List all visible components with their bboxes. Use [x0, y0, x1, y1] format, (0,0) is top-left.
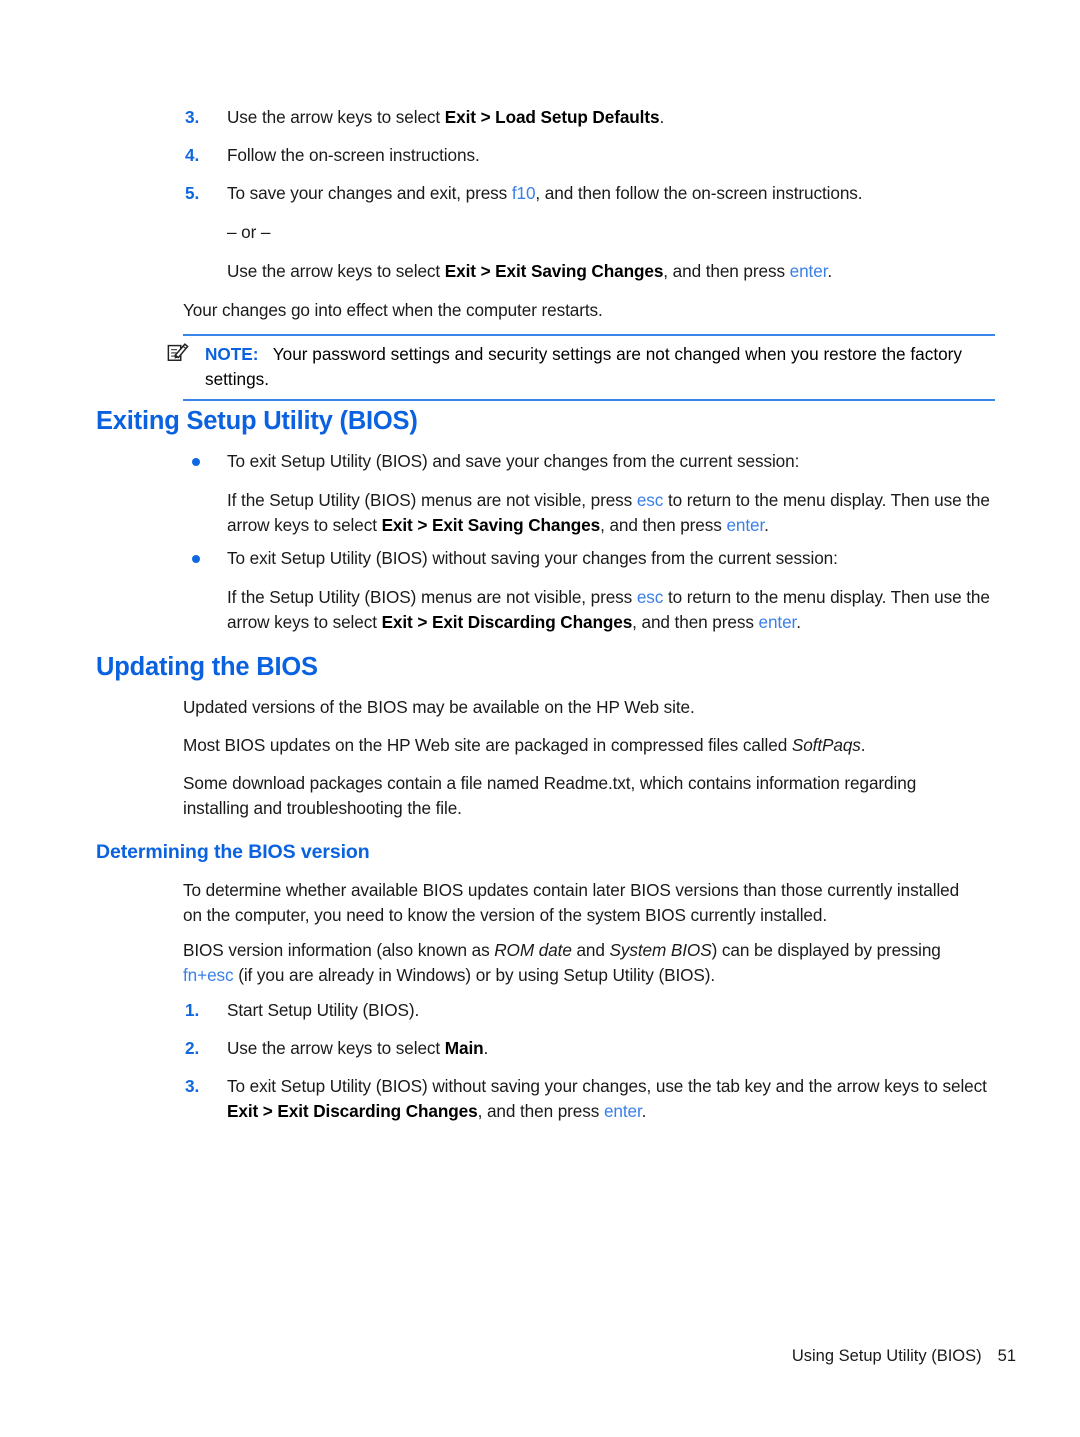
alt-pre: Use the arrow keys to select: [227, 261, 445, 281]
list-marker: 2.: [185, 1038, 200, 1058]
exiting-bullet-2: To exit Setup Utility (BIOS) without sav…: [183, 546, 995, 635]
step-pre: Use the arrow keys to select: [227, 1038, 445, 1058]
p2-italic-softpaqs: SoftPaqs: [791, 735, 861, 755]
updating-paragraph-1: Updated versions of the BIOS may be avai…: [183, 697, 695, 717]
detail-post: .: [764, 515, 769, 535]
p2-post-pre: ) can be displayed by pressing: [711, 940, 941, 960]
alt-instruction-text: Use the arrow keys to select Exit > Exit…: [227, 259, 995, 284]
step-post: .: [483, 1038, 489, 1058]
alt-mid: , and then press: [663, 261, 790, 281]
step-mid: , and then press: [477, 1101, 604, 1121]
list-item-text: Use the arrow keys to select Exit > Load…: [227, 105, 995, 130]
page-number: 51: [997, 1347, 1016, 1365]
note-label: NOTE:: [205, 344, 259, 364]
footer-title: Using Setup Utility (BIOS): [791, 1347, 982, 1365]
key-esc: esc: [636, 490, 664, 510]
determining-paragraph-2: BIOS version information (also known as …: [183, 938, 995, 988]
key-enter: enter: [603, 1101, 642, 1121]
p2-pre: BIOS version information (also known as: [183, 940, 495, 960]
list-marker: 3.: [185, 107, 200, 127]
list-item-text-pre: To save your changes and exit, press: [227, 183, 512, 203]
list-item-text-pre: Use the arrow keys to select: [227, 107, 445, 127]
list-item: 5. To save your changes and exit, press …: [183, 181, 995, 206]
list-item: 3. Use the arrow keys to select Exit > L…: [183, 105, 995, 130]
step-pre: Start Setup Utility (BIOS).: [227, 1000, 420, 1020]
or-separator-row: – or –: [183, 220, 995, 245]
note-text: Your password settings and security sett…: [205, 344, 962, 389]
note-body: NOTE: Your password settings and securit…: [183, 342, 995, 392]
list-item-text-bold: Exit > Load Setup Defaults: [444, 107, 660, 127]
detail-post: .: [796, 612, 801, 632]
key-enter: enter: [726, 515, 765, 535]
alt-post: .: [827, 261, 833, 281]
bullet-detail-row: If the Setup Utility (BIOS) menus are no…: [183, 488, 995, 538]
key-f10: f10: [511, 183, 536, 203]
p2-post: (if you are already in Windows) or by us…: [233, 965, 716, 985]
bullet-lead-text: To exit Setup Utility (BIOS) without sav…: [227, 548, 838, 568]
page-heading-updating: Updating the BIOS: [96, 653, 318, 681]
top-numbered-list: 3. Use the arrow keys to select Exit > L…: [183, 105, 995, 284]
or-separator: – or –: [227, 222, 271, 242]
detail-bold: Exit > Exit Discarding Changes: [381, 612, 633, 632]
list-item-text-pre: Follow the on-screen instructions.: [227, 145, 480, 165]
list-item-text: Use the arrow keys to select Main.: [227, 1036, 995, 1061]
detail-mid-2: , and then press: [632, 612, 759, 632]
list-item: 4. Follow the on-screen instructions.: [183, 143, 995, 168]
p2-pre: Most BIOS updates on the HP Web site are…: [183, 735, 792, 755]
bullet-detail-text: If the Setup Utility (BIOS) menus are no…: [227, 488, 995, 538]
list-item-text-post: .: [659, 107, 665, 127]
list-marker: 1.: [185, 1000, 200, 1020]
detail-pre: If the Setup Utility (BIOS) menus are no…: [227, 587, 637, 607]
key-esc: esc: [636, 587, 664, 607]
list-item: 2. Use the arrow keys to select Main.: [183, 1036, 995, 1061]
list-item-text: Follow the on-screen instructions.: [227, 143, 995, 168]
document-page: 3. Use the arrow keys to select Exit > L…: [0, 0, 1080, 1437]
step-bold: Exit > Exit Discarding Changes: [227, 1101, 478, 1121]
updating-paragraph-3: Some download packages contain a file na…: [183, 773, 917, 818]
p2-mid: and: [571, 940, 610, 960]
bullet-dot-icon: [192, 555, 200, 563]
p2-post: .: [860, 735, 866, 755]
step-pre: To exit Setup Utility (BIOS) without sav…: [227, 1076, 987, 1096]
detail-bold: Exit > Exit Saving Changes: [381, 515, 601, 535]
list-item-text-post: , and then follow the on-screen instruct…: [535, 183, 863, 203]
list-marker: 4.: [185, 145, 200, 165]
bullet-dot-icon: [192, 458, 200, 466]
determining-paragraph-1: To determine whether available BIOS upda…: [183, 880, 960, 925]
bullet-item: To exit Setup Utility (BIOS) without sav…: [183, 546, 995, 571]
p2-italic-rom-date: ROM date: [494, 940, 572, 960]
list-item: 3. To exit Setup Utility (BIOS) without …: [183, 1074, 995, 1124]
page-heading-exiting: Exiting Setup Utility (BIOS): [96, 407, 418, 435]
bullet-detail-row: If the Setup Utility (BIOS) menus are no…: [183, 585, 995, 635]
bullet-lead-text: To exit Setup Utility (BIOS) and save yo…: [227, 451, 800, 471]
step-post: .: [641, 1101, 647, 1121]
list-item: 1. Start Setup Utility (BIOS).: [183, 998, 995, 1023]
changes-effect-text: Your changes go into effect when the com…: [183, 300, 603, 320]
detail-pre: If the Setup Utility (BIOS) menus are no…: [227, 490, 637, 510]
exiting-bullet-1: To exit Setup Utility (BIOS) and save yo…: [183, 449, 995, 538]
detail-mid-2: , and then press: [600, 515, 727, 535]
alt-bold: Exit > Exit Saving Changes: [444, 261, 664, 281]
list-item-text: Start Setup Utility (BIOS).: [227, 998, 995, 1023]
determining-steps-list: 1. Start Setup Utility (BIOS). 2. Use th…: [183, 998, 995, 1124]
list-item-text: To save your changes and exit, press f10…: [227, 181, 995, 206]
note-pencil-icon: [167, 341, 189, 363]
page-subheading-determining: Determining the BIOS version: [96, 841, 370, 863]
key-enter: enter: [789, 261, 828, 281]
list-item-text: To exit Setup Utility (BIOS) without sav…: [227, 1074, 995, 1124]
bullet-detail-text: If the Setup Utility (BIOS) menus are no…: [227, 585, 995, 635]
note-box: NOTE: Your password settings and securit…: [167, 334, 995, 401]
key-enter: enter: [758, 612, 797, 632]
step-bold-main: Main: [444, 1038, 484, 1058]
p2-italic-system-bios: System BIOS: [609, 940, 712, 960]
bullet-item: To exit Setup Utility (BIOS) and save yo…: [183, 449, 995, 474]
page-footer: Using Setup Utility (BIOS) 51: [0, 1347, 1016, 1366]
list-marker: 3.: [185, 1076, 200, 1096]
key-fn-esc: fn+esc: [183, 965, 234, 985]
list-marker: 5.: [185, 183, 200, 203]
alt-instruction-row: Use the arrow keys to select Exit > Exit…: [183, 259, 995, 284]
updating-paragraph-2: Most BIOS updates on the HP Web site are…: [183, 733, 995, 758]
